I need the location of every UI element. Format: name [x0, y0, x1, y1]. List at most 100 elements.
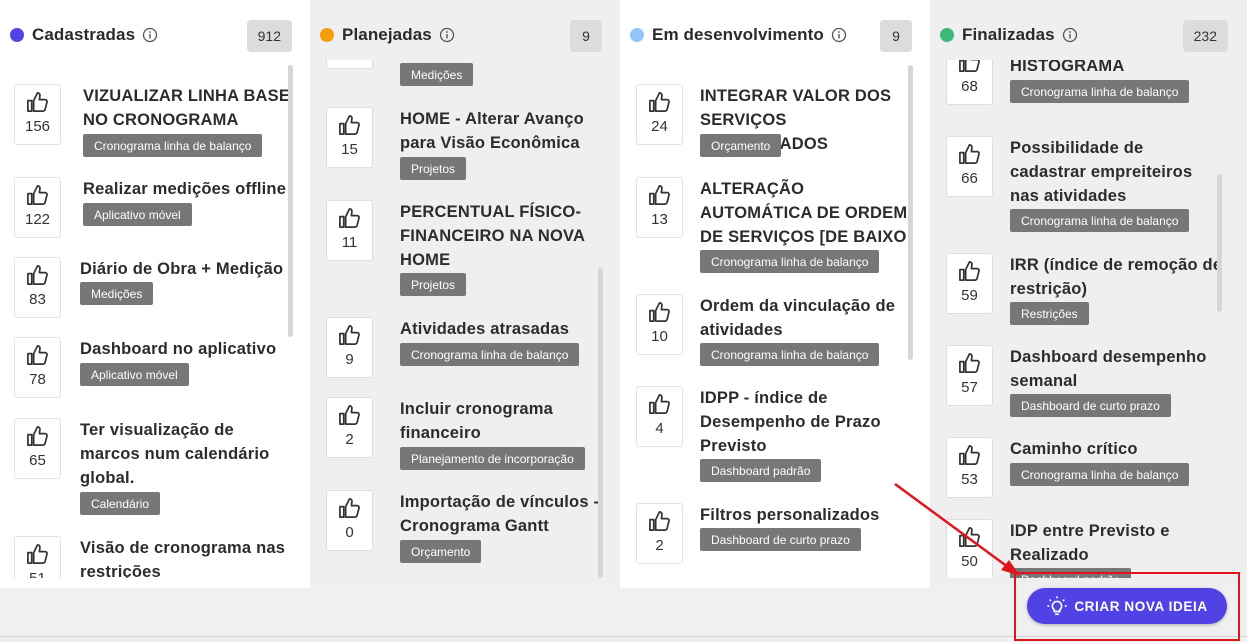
- status-dot: [940, 28, 954, 42]
- idea-title[interactable]: PERCENTUAL FÍSICO-FINANCEIRO NA NOVA HOM…: [400, 200, 590, 272]
- idea-title[interactable]: HISTOGRAMA: [1010, 60, 1225, 78]
- category-tag: Medições: [400, 63, 474, 86]
- vote-button[interactable]: 4: [636, 386, 683, 447]
- vote-button[interactable]: 2: [326, 397, 373, 458]
- idea-title[interactable]: Ordem da vinculação de atividades: [700, 294, 900, 342]
- kanban-board: Cadastradas 912 156 VIZUALIZAR LINHA BAS…: [0, 0, 1247, 588]
- vote-button[interactable]: 66: [946, 136, 993, 197]
- category-tag: Cronograma linha de balanço: [700, 250, 880, 273]
- category-tag: Calendário: [80, 492, 161, 515]
- vote-button[interactable]: 53: [946, 437, 993, 498]
- thumbs-up-icon: [959, 445, 980, 465]
- info-icon[interactable]: [439, 27, 455, 43]
- column-count-badge: 912: [246, 20, 292, 52]
- vote-button[interactable]: 2: [636, 503, 683, 564]
- scrollbar[interactable]: [288, 65, 293, 337]
- idea-title[interactable]: Dashboard desempenho semanal: [1010, 345, 1210, 393]
- vote-count: 15: [341, 141, 358, 158]
- thumbs-up-icon: [959, 60, 980, 72]
- category-tag: Orçamento: [400, 540, 482, 563]
- column-finalizadas: Finalizadas 232 68 HISTOGRAMA Cronograma…: [930, 0, 1247, 588]
- idea-title[interactable]: Visão de cronograma nas restrições: [80, 536, 295, 578]
- category-tag: Dashboard de curto prazo: [1010, 394, 1171, 417]
- idea-title[interactable]: IDP entre Previsto e Realizado: [1010, 519, 1190, 567]
- column-title: Em desenvolvimento: [652, 25, 824, 44]
- scrollbar[interactable]: [908, 65, 913, 360]
- thumbs-up-icon: [339, 325, 360, 345]
- vote-count: 156: [24, 118, 51, 135]
- vote-button[interactable]: 68: [946, 60, 993, 105]
- vote-count: 13: [651, 211, 668, 228]
- idea-title[interactable]: IDPP - índice de Desempenho de Prazo Pre…: [700, 386, 890, 458]
- card-list[interactable]: Medições 15 HOME - Alterar Avanço para V…: [310, 60, 620, 578]
- thumbs-up-icon: [649, 394, 670, 414]
- column-em-desenvolvimento: Em desenvolvimento 9 24 INTEGRAR VALOR D…: [620, 0, 930, 588]
- idea-title[interactable]: Diário de Obra + Medição: [80, 257, 295, 281]
- idea-title[interactable]: Importação de vínculos - Cronograma Gant…: [400, 490, 600, 538]
- idea-title[interactable]: Ter visualização de marcos num calendári…: [80, 418, 280, 490]
- vote-button[interactable]: 13: [636, 177, 683, 238]
- idea-title[interactable]: IRR (índice de remoção de restrição): [1010, 253, 1225, 301]
- vote-button[interactable]: 51: [14, 536, 61, 578]
- vote-button[interactable]: 57: [946, 345, 993, 406]
- vote-count: 50: [961, 553, 978, 570]
- category-tag: Dashboard padrão: [700, 459, 822, 482]
- vote-button[interactable]: 10: [636, 294, 683, 355]
- info-icon[interactable]: [1062, 27, 1078, 43]
- idea-title[interactable]: Realizar medições offline: [83, 177, 298, 201]
- vote-button[interactable]: 50: [946, 519, 993, 578]
- vote-button[interactable]: 11: [326, 200, 373, 261]
- idea-title[interactable]: Possibilidade de cadastrar empreiteiros …: [1010, 136, 1220, 208]
- thumbs-up-icon: [27, 426, 48, 446]
- vote-button[interactable]: 122: [14, 177, 61, 238]
- thumbs-up-icon: [649, 92, 670, 112]
- idea-title[interactable]: VIZUALIZAR LINHA BASE NO CRONOGRAMA: [83, 84, 293, 132]
- idea-title[interactable]: Atividades atrasadas: [400, 317, 600, 341]
- vote-button[interactable]: 59: [946, 253, 993, 314]
- vote-button[interactable]: 9: [326, 317, 373, 378]
- column-title: Cadastradas: [32, 25, 136, 44]
- thumbs-up-icon: [959, 353, 980, 373]
- thumbs-up-icon: [959, 261, 980, 281]
- idea-title[interactable]: HOME - Alterar Avanço para Visão Econômi…: [400, 107, 600, 155]
- vote-count: 68: [961, 78, 978, 95]
- idea-title[interactable]: Filtros personalizados: [700, 503, 915, 527]
- category-tag: Orçamento: [700, 134, 782, 157]
- thumbs-up-icon: [27, 92, 48, 112]
- vote-count: 51: [29, 570, 46, 578]
- status-dot: [630, 28, 644, 42]
- vote-button[interactable]: 156: [14, 84, 61, 145]
- vote-button[interactable]: 65: [14, 418, 61, 479]
- thumbs-up-icon: [339, 498, 360, 518]
- thumbs-up-icon: [339, 208, 360, 228]
- category-tag: Cronograma linha de balanço: [400, 343, 580, 366]
- card-list[interactable]: 68 HISTOGRAMA Cronograma linha de balanç…: [930, 60, 1247, 578]
- vote-button[interactable]: 0: [326, 490, 373, 551]
- vote-count: 9: [345, 351, 354, 368]
- vote-button[interactable]: [326, 60, 373, 69]
- scrollbar[interactable]: [598, 268, 603, 578]
- info-icon[interactable]: [831, 27, 847, 43]
- thumbs-up-icon: [339, 405, 360, 425]
- vote-count: 65: [29, 452, 46, 469]
- vote-count: 78: [29, 371, 46, 388]
- scrollbar[interactable]: [1217, 174, 1222, 312]
- info-icon[interactable]: [142, 27, 158, 43]
- idea-title[interactable]: Incluir cronograma financeiro: [400, 397, 580, 445]
- category-tag: Cronograma linha de balanço: [83, 134, 263, 157]
- card-list[interactable]: 24 INTEGRAR VALOR DOS SERVIÇOS CONTRATAD…: [620, 60, 930, 578]
- vote-button[interactable]: 78: [14, 337, 61, 398]
- category-tag: Cronograma linha de balanço: [700, 343, 880, 366]
- column-title: Finalizadas: [962, 25, 1055, 44]
- vote-count: 24: [651, 118, 668, 135]
- column-cadastradas: Cadastradas 912 156 VIZUALIZAR LINHA BAS…: [0, 0, 310, 588]
- card-list[interactable]: 156 VIZUALIZAR LINHA BASE NO CRONOGRAMA …: [0, 60, 310, 578]
- vote-count: 57: [961, 379, 978, 396]
- vote-button[interactable]: 15: [326, 107, 373, 168]
- vote-button[interactable]: 83: [14, 257, 61, 318]
- idea-title[interactable]: Dashboard no aplicativo: [80, 337, 295, 361]
- category-tag: Cronograma linha de balanço: [1010, 209, 1190, 232]
- category-tag: Cronograma linha de balanço: [1010, 463, 1190, 486]
- vote-button[interactable]: 24: [636, 84, 683, 145]
- idea-title[interactable]: Caminho crítico: [1010, 437, 1225, 461]
